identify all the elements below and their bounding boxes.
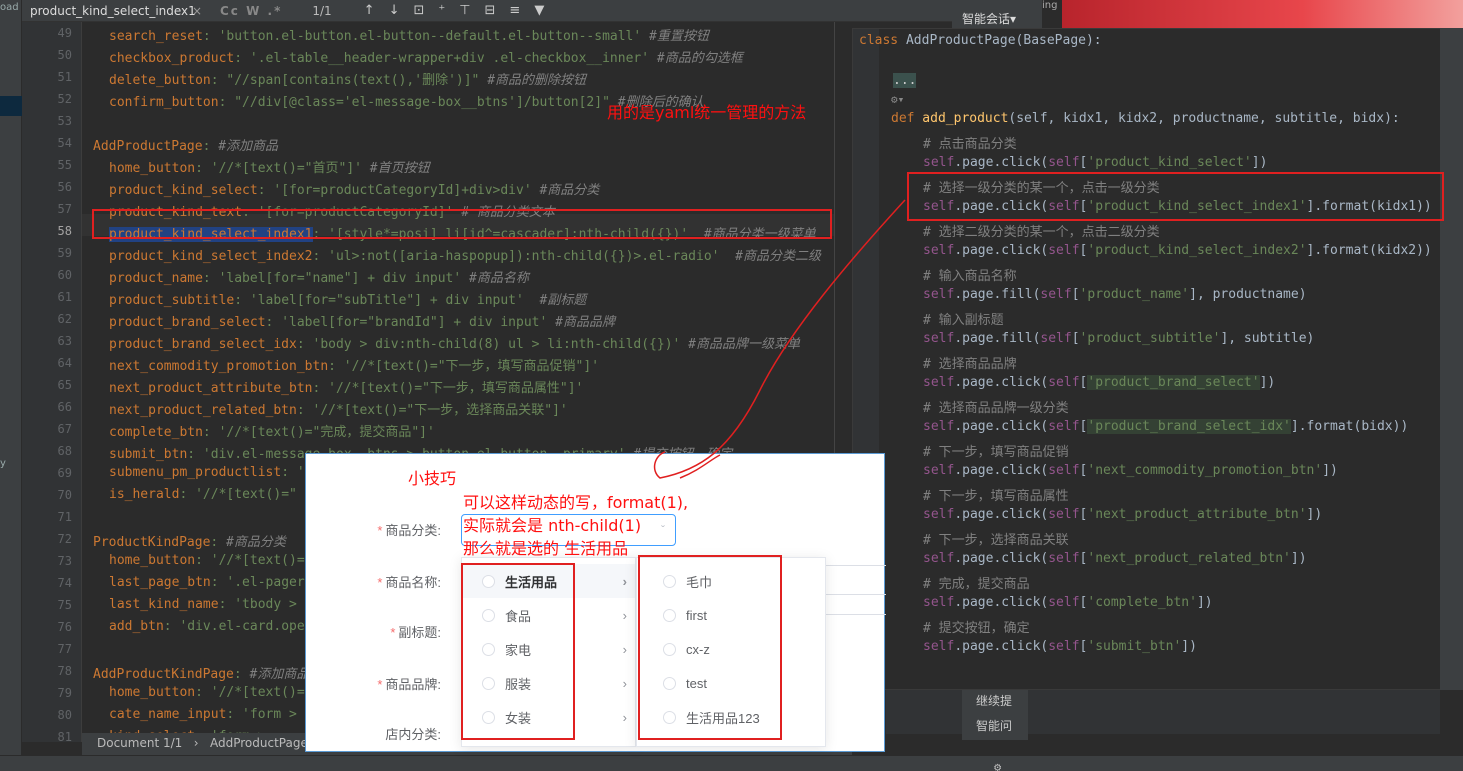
tip-line-2: 实际就会是 nth-child(1)	[463, 516, 642, 535]
tip-line-3: 那么就是选的 生活用品	[463, 539, 629, 558]
yaml-method-note: 用的是yaml统一管理的方法	[607, 103, 807, 122]
tip-line-1: 可以这样动态的写，format(1),	[463, 493, 689, 512]
ide-screenshot: oad y product_kind_select_index1 × Cc W …	[0, 0, 1463, 771]
tip-title: 小技巧	[408, 469, 457, 488]
